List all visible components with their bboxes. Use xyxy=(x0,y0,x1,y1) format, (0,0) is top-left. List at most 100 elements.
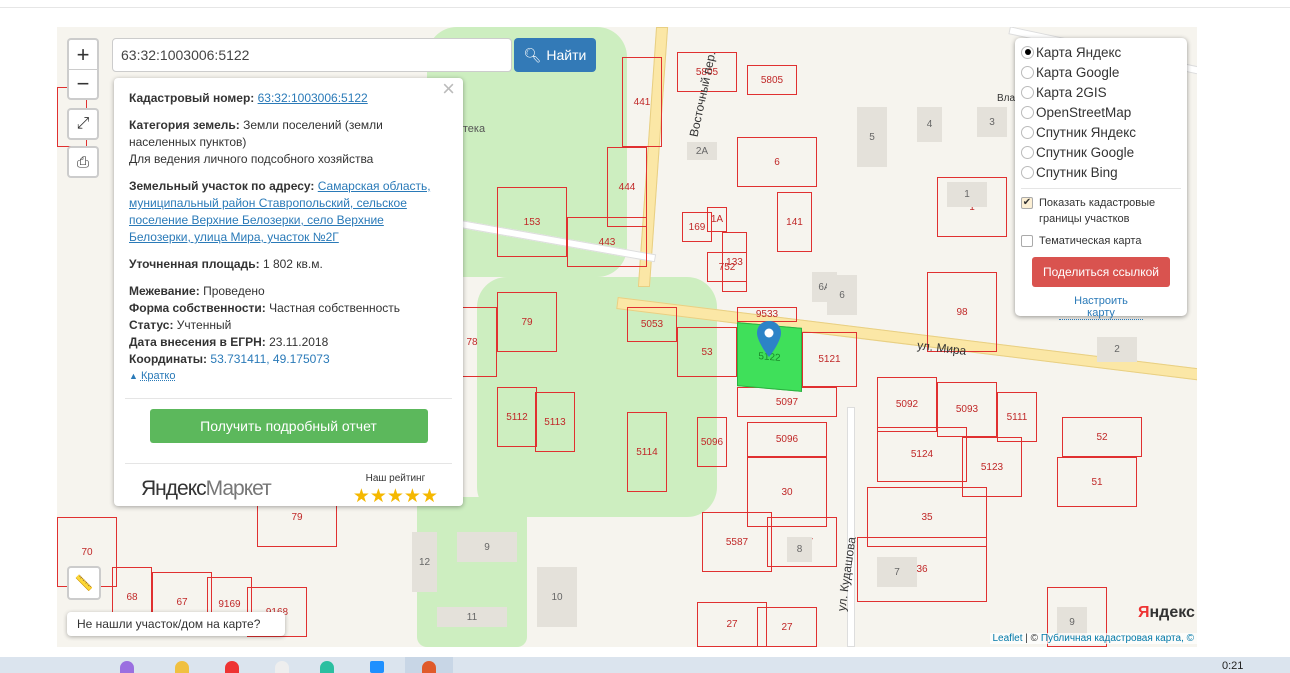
parcel[interactable]: 752 xyxy=(707,252,747,282)
parcel[interactable]: 5096 xyxy=(697,417,727,467)
parcel[interactable]: 27 xyxy=(757,607,817,647)
active-app-button[interactable] xyxy=(405,657,453,673)
building-number: 4 xyxy=(926,119,933,130)
fullscreen-button[interactable]: ⤢ xyxy=(67,108,99,140)
parcel-number: 68 xyxy=(126,591,138,603)
expand-icon: ⤢ xyxy=(76,115,90,132)
taskbar-app-icon[interactable] xyxy=(275,661,289,673)
cadastral-search-input[interactable] xyxy=(112,38,512,72)
building-number: 7 xyxy=(894,566,900,578)
radio-icon xyxy=(1021,65,1034,79)
pkk-link[interactable]: Публичная кадастровая карта, © xyxy=(1041,633,1194,644)
layer-option[interactable]: OpenStreetMap xyxy=(1021,102,1181,122)
taskbar xyxy=(0,657,1290,673)
parcel[interactable]: 5805 xyxy=(747,65,797,95)
building: 4 xyxy=(917,107,942,142)
market-banner[interactable]: ЯндексМаркет Наш рейтинг ★★★★★ xyxy=(129,464,448,507)
parcel[interactable]: 5114 xyxy=(627,412,667,492)
parcel-number: 51 xyxy=(1091,476,1103,488)
parcel-number: 30 xyxy=(781,486,793,498)
building-number: 9 xyxy=(484,541,490,553)
building: 2 xyxy=(1097,337,1137,362)
caret-up-icon: ▲ xyxy=(129,371,138,381)
find-button[interactable]: 🔍︎ Найти xyxy=(514,38,596,72)
parcel[interactable]: 6 xyxy=(737,137,817,187)
parcel[interactable]: 5124 xyxy=(877,427,967,482)
layer-option[interactable]: Карта 2GIS xyxy=(1021,82,1181,102)
parcel-number: 5096 xyxy=(775,434,799,445)
layer-option[interactable]: Спутник Bing xyxy=(1021,162,1181,182)
parcel[interactable]: 79 xyxy=(497,292,557,352)
parcel[interactable]: 53 xyxy=(677,327,737,377)
parcel-number: 444 xyxy=(618,181,636,193)
get-report-button[interactable]: Получить подробный отчет xyxy=(149,409,428,443)
layer-option[interactable]: Спутник Яндекс xyxy=(1021,122,1181,142)
parcel[interactable]: 5111 xyxy=(997,392,1037,442)
leaflet-link[interactable]: Leaflet xyxy=(993,633,1023,644)
parcel-number: 67 xyxy=(176,596,188,608)
radio-icon xyxy=(1021,105,1034,119)
print-button[interactable]: ⎙ xyxy=(67,146,99,178)
building-number: 9 xyxy=(1069,616,1075,628)
parcel[interactable]: 5097 xyxy=(737,387,837,417)
ruler-button[interactable]: 📏 xyxy=(67,566,101,600)
show-borders-checkbox[interactable]: ✔ Показать кадастровые границы участков xyxy=(1021,195,1181,227)
parcel[interactable]: 5121 xyxy=(802,332,857,387)
parcel[interactable]: 5112 xyxy=(497,387,537,447)
parcel[interactable]: 141 xyxy=(777,192,812,252)
parcel[interactable]: 5587 xyxy=(702,512,772,572)
building: 11 xyxy=(437,607,507,627)
zoom-out-button[interactable]: − xyxy=(67,69,99,100)
parcel[interactable]: 5092 xyxy=(877,377,937,432)
parcel-number: 79 xyxy=(521,316,533,328)
radio-icon xyxy=(1021,45,1034,59)
taskbar-app-icon[interactable] xyxy=(370,661,384,673)
app-icon xyxy=(422,661,436,673)
parcel[interactable]: 9533 xyxy=(737,307,797,322)
layer-option[interactable]: Спутник Google xyxy=(1021,142,1181,162)
parcel[interactable]: 52 xyxy=(1062,417,1142,457)
building: 12 xyxy=(412,532,437,592)
parcel[interactable]: 1А xyxy=(707,207,727,232)
building: 1 xyxy=(947,182,987,207)
radio-icon xyxy=(1021,125,1034,139)
parcel[interactable]: 5053 xyxy=(627,307,677,342)
parcel[interactable]: 444 xyxy=(607,147,647,227)
share-link-button[interactable]: Поделиться ссылкой xyxy=(1032,257,1170,287)
edge-icon[interactable] xyxy=(320,661,334,673)
parcel-number: 52 xyxy=(1096,431,1108,443)
collapse-link[interactable]: Кратко xyxy=(141,370,176,382)
parcel[interactable]: 5113 xyxy=(535,392,575,452)
top-divider xyxy=(0,7,1290,8)
browser-icon[interactable] xyxy=(225,661,239,673)
parcel-number: 5805 xyxy=(760,74,784,86)
layer-option[interactable]: Карта Google xyxy=(1021,62,1181,82)
parcel-number: 98 xyxy=(956,306,968,318)
radio-icon xyxy=(1021,165,1034,179)
survey-value: Проведено xyxy=(203,284,265,298)
cadastral-number-link[interactable]: 63:32:1003006:5122 xyxy=(258,91,368,105)
parcel[interactable]: 153 xyxy=(497,187,567,257)
radio-icon xyxy=(1021,85,1034,99)
parcel-number: 153 xyxy=(523,216,541,228)
building: 5 xyxy=(857,107,887,167)
layer-option[interactable]: Карта Яндекс xyxy=(1021,42,1181,62)
print-icon: ⎙ xyxy=(76,153,89,171)
thematic-map-checkbox[interactable]: Тематическая карта xyxy=(1021,233,1181,249)
parcel-number: 5124 xyxy=(910,449,934,460)
map-marker-icon[interactable] xyxy=(757,321,781,357)
parcel-number: 5123 xyxy=(980,461,1004,473)
parcel[interactable]: 5096 xyxy=(747,422,827,457)
ownership-value: Частная собственность xyxy=(269,301,401,315)
parcel-number: 441 xyxy=(633,96,651,108)
taskbar-app-icon[interactable] xyxy=(120,661,134,673)
parcel-number: 36 xyxy=(916,564,928,575)
configure-map-link[interactable]: Настроить карту xyxy=(1059,295,1143,320)
close-icon[interactable]: × xyxy=(442,78,455,100)
parcel[interactable]: 443 xyxy=(567,217,647,267)
not-found-hint-button[interactable]: Не нашли участок/дом на карте? xyxy=(67,612,285,636)
parcel[interactable]: 51 xyxy=(1057,457,1137,507)
zoom-in-button[interactable]: + xyxy=(67,38,99,69)
parcel[interactable]: 441 xyxy=(622,57,662,147)
folder-icon[interactable] xyxy=(175,661,189,673)
